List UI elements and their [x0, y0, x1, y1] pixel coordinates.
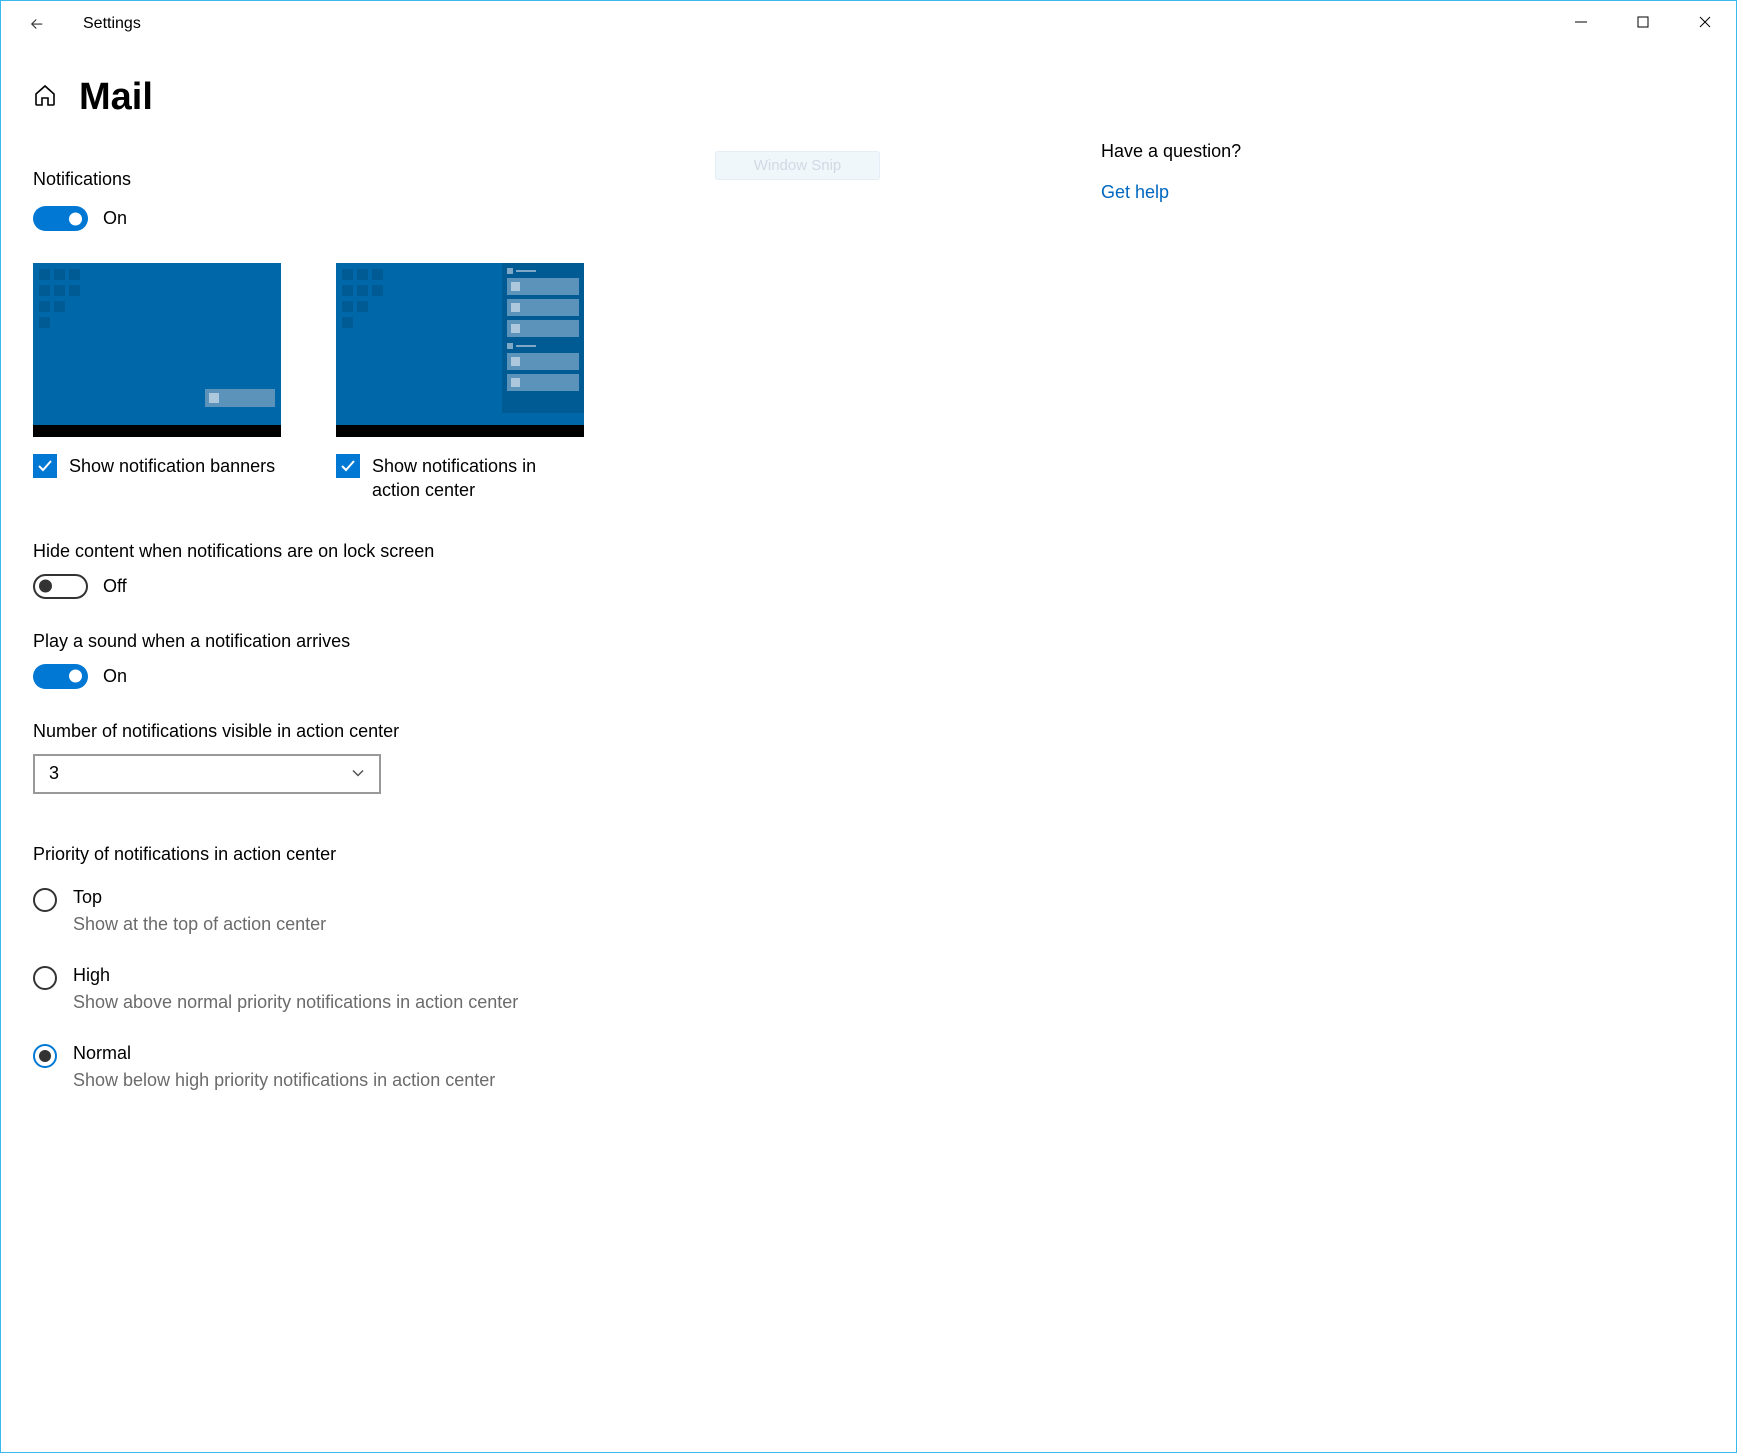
- check-icon: [340, 458, 356, 474]
- minimize-icon: [1574, 15, 1588, 29]
- hide-content-state: Off: [103, 576, 127, 597]
- minimize-button[interactable]: [1550, 1, 1612, 43]
- window-controls: [1550, 1, 1736, 43]
- visible-count-value: 3: [49, 763, 59, 784]
- home-icon: [33, 83, 57, 107]
- priority-radio-normal[interactable]: [33, 1044, 57, 1068]
- show-action-center-checkbox[interactable]: [336, 454, 360, 478]
- notifications-toggle[interactable]: [33, 206, 88, 231]
- show-action-center-label: Show notifications in action center: [372, 454, 584, 503]
- notifications-toggle-state: On: [103, 208, 127, 229]
- get-help-link[interactable]: Get help: [1101, 182, 1241, 203]
- play-sound-state: On: [103, 666, 127, 687]
- priority-desc-high: Show above normal priority notifications…: [73, 992, 518, 1013]
- priority-title-top: Top: [73, 887, 326, 908]
- maximize-button[interactable]: [1612, 1, 1674, 43]
- visible-count-dropdown[interactable]: 3: [33, 754, 381, 794]
- priority-radio-top[interactable]: [33, 888, 57, 912]
- action-center-preview: [336, 263, 584, 437]
- priority-heading: Priority of notifications in action cent…: [33, 844, 1101, 865]
- play-sound-toggle[interactable]: [33, 664, 88, 689]
- play-sound-label: Play a sound when a notification arrives: [33, 631, 1101, 652]
- notifications-heading: Notifications: [33, 169, 1101, 190]
- arrow-left-icon: [28, 15, 46, 33]
- page-header: Mail: [33, 76, 1101, 119]
- priority-title-normal: Normal: [73, 1043, 495, 1064]
- chevron-down-icon: [351, 763, 365, 784]
- show-banners-checkbox[interactable]: [33, 454, 57, 478]
- hide-content-label: Hide content when notifications are on l…: [33, 541, 1101, 562]
- banner-preview: [33, 263, 281, 437]
- close-icon: [1698, 15, 1712, 29]
- show-banners-label: Show notification banners: [69, 454, 275, 478]
- check-icon: [37, 458, 53, 474]
- maximize-icon: [1636, 15, 1650, 29]
- hide-content-toggle[interactable]: [33, 574, 88, 599]
- priority-radio-high[interactable]: [33, 966, 57, 990]
- help-heading: Have a question?: [1101, 141, 1241, 162]
- page-title: Mail: [79, 76, 153, 119]
- window-title: Settings: [83, 15, 141, 33]
- visible-count-label: Number of notifications visible in actio…: [33, 721, 1101, 742]
- titlebar: Settings: [1, 1, 1736, 46]
- window-snip-ghost: Window Snip: [715, 151, 880, 180]
- priority-title-high: High: [73, 965, 518, 986]
- home-button[interactable]: [33, 83, 57, 112]
- priority-desc-normal: Show below high priority notifications i…: [73, 1070, 495, 1091]
- back-button[interactable]: [11, 1, 63, 46]
- close-button[interactable]: [1674, 1, 1736, 43]
- priority-desc-top: Show at the top of action center: [73, 914, 326, 935]
